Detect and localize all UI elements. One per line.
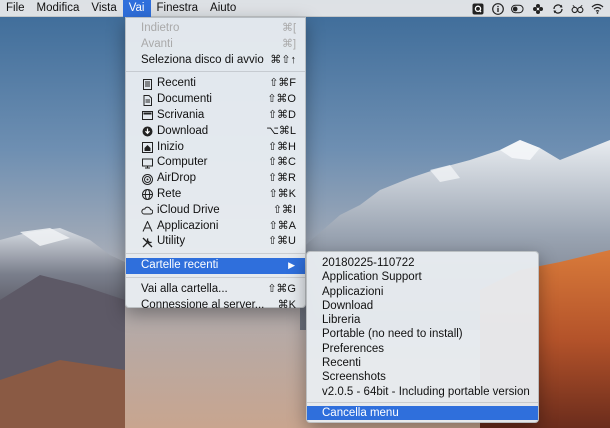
menu-item-shortcut: ⇧⌘G <box>267 282 296 295</box>
menu-item-label: Download <box>157 124 209 137</box>
menubar-view[interactable]: Vista <box>85 0 122 17</box>
recent-folder-item[interactable]: Preferences <box>307 342 538 356</box>
menu-item-label: Documenti <box>157 93 212 106</box>
menu-item-label: Scrivania <box>157 108 205 121</box>
menu-item-shortcut: ⇧⌘O <box>267 93 296 106</box>
recent-folder-item[interactable]: Libreria <box>307 313 538 327</box>
menu-item-label: Seleziona disco di avvio <box>141 53 264 66</box>
desktop-icon <box>141 110 153 122</box>
recent-folders-submenu: 20180225-110722 Application Support Appl… <box>306 251 539 423</box>
menu-item-label: Inizio <box>157 140 184 153</box>
menu-item-icloud-drive[interactable]: iCloud Drive ⇧⌘I <box>126 203 305 219</box>
recent-folder-item[interactable]: Download <box>307 299 538 313</box>
menu-item-shortcut: ⌘⇧↑ <box>270 53 296 66</box>
menu-item-documents[interactable]: Documenti ⇧⌘O <box>126 92 305 108</box>
menu-bar: File Modifica Vista Vai Finestra Aiuto <box>0 0 610 17</box>
menu-separator <box>126 253 305 255</box>
menu-item-network[interactable]: Rete ⇧⌘K <box>126 187 305 203</box>
sync-icon[interactable] <box>551 2 564 15</box>
menu-item-download[interactable]: Download ⌥⌘L <box>126 124 305 140</box>
menu-item-shortcut: ⌘K <box>277 298 296 311</box>
menu-item-label: Connessione al server... <box>141 298 265 311</box>
menubar-edit[interactable]: Modifica <box>31 0 86 17</box>
clear-menu-item[interactable]: Cancella menu <box>307 405 538 421</box>
network-icon <box>141 189 153 201</box>
menu-item-label: Vai alla cartella... <box>141 282 228 295</box>
recent-folder-item[interactable]: Recenti <box>307 356 538 370</box>
q-app-icon[interactable] <box>471 2 484 15</box>
recent-folder-item[interactable]: Application Support <box>307 270 538 284</box>
menu-item-shortcut: ⇧⌘C <box>267 156 296 169</box>
download-icon <box>141 126 153 138</box>
menu-item-shortcut: ⇧⌘F <box>269 77 296 90</box>
menu-item-label: Rete <box>157 187 182 200</box>
recent-folder-item[interactable]: 20180225-110722 <box>307 256 538 270</box>
menu-separator <box>307 401 538 403</box>
menu-item-label: Avanti <box>141 37 173 50</box>
applications-icon <box>141 220 153 232</box>
menubar-go[interactable]: Vai <box>122 0 151 17</box>
computer-icon <box>141 157 153 169</box>
menu-item-label: Utility <box>157 235 186 248</box>
menu-item-shortcut: ⇧⌘I <box>272 203 296 216</box>
glasses-icon[interactable] <box>571 2 584 15</box>
recents-icon <box>141 78 153 90</box>
menu-item-shortcut: ⇧⌘R <box>267 172 296 185</box>
menu-item-shortcut: ⇧⌘H <box>267 140 296 153</box>
recent-folder-item[interactable]: Applicazioni <box>307 285 538 299</box>
menu-separator <box>126 276 305 278</box>
menu-item-applications[interactable]: Applicazioni ⇧⌘A <box>126 219 305 235</box>
documents-icon <box>141 94 153 106</box>
menu-item-label: AirDrop <box>157 172 196 185</box>
menubar-help[interactable]: Aiuto <box>204 0 242 17</box>
menu-item-shortcut: ⇧⌘U <box>267 235 296 248</box>
go-menu: Indietro ⌘[ Avanti ⌘] Seleziona disco di… <box>125 17 306 311</box>
menu-item-shortcut: ⇧⌘D <box>267 108 296 121</box>
battery-toggle-icon[interactable] <box>511 2 524 15</box>
status-icons <box>471 0 604 17</box>
menu-item-label: Applicazioni <box>157 219 219 232</box>
menu-item-label: Cartelle recenti <box>141 259 219 272</box>
menu-item-connect-to-server[interactable]: Connessione al server... ⌘K <box>126 298 305 314</box>
menu-item-airdrop[interactable]: AirDrop ⇧⌘R <box>126 171 305 187</box>
menu-item-label: Computer <box>157 156 208 169</box>
menu-item-shortcut: ⇧⌘K <box>268 187 296 200</box>
menu-item-label: iCloud Drive <box>157 203 220 216</box>
submenu-arrow-icon: ▶ <box>288 260 295 271</box>
menu-item-recents[interactable]: Recenti ⇧⌘F <box>126 76 305 92</box>
menu-item-shortcut: ⇧⌘A <box>268 219 296 232</box>
menu-item-shortcut: ⌘] <box>281 37 296 50</box>
menu-item-go-to-folder[interactable]: Vai alla cartella... ⇧⌘G <box>126 282 305 298</box>
recent-folder-item[interactable]: v2.0.5 - 64bit - Including portable vers… <box>307 385 538 399</box>
menu-item-shortcut: ⌘[ <box>281 22 296 34</box>
info-icon[interactable] <box>491 2 504 15</box>
menu-item-label: Recenti <box>157 77 196 90</box>
recent-folder-item[interactable]: Screenshots <box>307 370 538 384</box>
menubar-window[interactable]: Finestra <box>151 0 205 17</box>
menu-item-home[interactable]: Inizio ⇧⌘H <box>126 140 305 156</box>
menu-item-label: Indietro <box>141 22 180 34</box>
airdrop-icon <box>141 173 153 185</box>
menu-item-computer[interactable]: Computer ⇧⌘C <box>126 155 305 171</box>
menu-item-select-startup-disk[interactable]: Seleziona disco di avvio ⌘⇧↑ <box>126 53 305 69</box>
menubar-file[interactable]: File <box>0 0 31 17</box>
menu-item-forward: Avanti ⌘] <box>126 37 305 53</box>
recent-folder-item[interactable]: Portable (no need to install) <box>307 327 538 341</box>
menu-item-desktop[interactable]: Scrivania ⇧⌘D <box>126 108 305 124</box>
utility-icon <box>141 236 153 248</box>
wifi-icon[interactable] <box>591 2 604 15</box>
menu-item-recent-folders[interactable]: Cartelle recenti ▶ <box>126 258 305 274</box>
icloud-icon <box>141 205 153 217</box>
menu-item-shortcut: ⌥⌘L <box>266 124 296 137</box>
menu-separator <box>126 71 305 73</box>
home-icon <box>141 141 153 153</box>
menu-item-utility[interactable]: Utility ⇧⌘U <box>126 234 305 250</box>
flower-icon[interactable] <box>531 2 544 15</box>
menu-item-back: Indietro ⌘[ <box>126 21 305 37</box>
